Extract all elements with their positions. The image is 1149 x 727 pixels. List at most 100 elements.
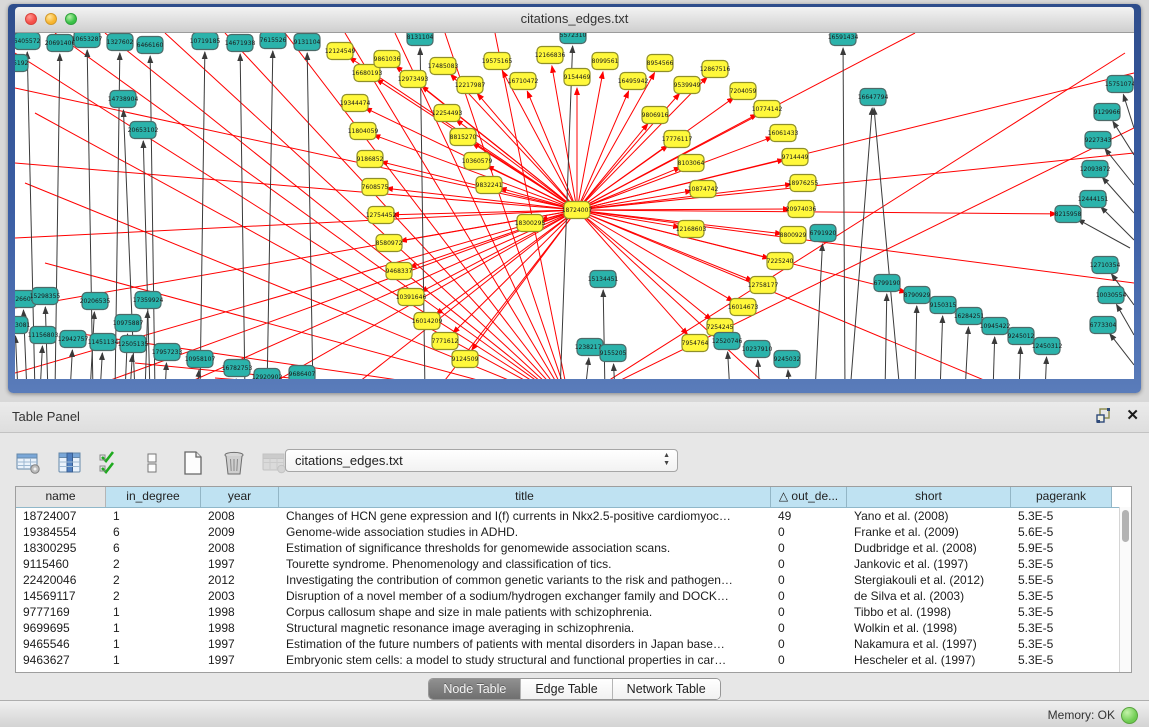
- table-settings-icon[interactable]: [15, 449, 43, 477]
- graph-node[interactable]: 16647794: [858, 89, 889, 106]
- graph-node[interactable]: 7204059: [730, 83, 757, 100]
- graph-node[interactable]: 8215958: [1055, 206, 1082, 223]
- graph-node[interactable]: 18976255: [788, 175, 819, 192]
- graph-node[interactable]: 16782753: [222, 360, 253, 377]
- graph-node[interactable]: 12867516: [700, 61, 731, 78]
- graph-node[interactable]: 18300295: [515, 215, 546, 232]
- column-header-title[interactable]: title: [279, 487, 771, 507]
- graph-node[interactable]: 7771612: [432, 333, 459, 350]
- table-row[interactable]: 969969511998Structural magnetic resonanc…: [16, 620, 1131, 636]
- graph-node[interactable]: 17776117: [662, 131, 693, 148]
- column-header-out_de[interactable]: △ out_de...: [771, 487, 847, 507]
- graph-node[interactable]: 10237910: [742, 341, 773, 358]
- graph-node[interactable]: 15134451: [588, 271, 619, 288]
- graph-node[interactable]: 8815270: [450, 129, 477, 146]
- graph-node[interactable]: 11804059: [348, 123, 379, 140]
- table-row[interactable]: 2242004622012Investigating the contribut…: [16, 572, 1131, 588]
- graph-node[interactable]: 6791920: [810, 225, 837, 242]
- tab-edge-table[interactable]: Edge Table: [521, 679, 612, 699]
- graph-node[interactable]: 12166836: [535, 47, 566, 64]
- graph-node[interactable]: 16591434: [828, 33, 859, 46]
- new-column-icon[interactable]: [179, 449, 207, 477]
- graph-node[interactable]: 10774142: [752, 101, 783, 118]
- graph-node[interactable]: 9861036: [374, 51, 401, 68]
- graph-node[interactable]: 18724007: [562, 202, 593, 219]
- graph-node[interactable]: 12942757: [58, 331, 89, 348]
- graph-node[interactable]: 9468337: [386, 263, 413, 280]
- graph-node[interactable]: 9227343: [1085, 132, 1112, 149]
- graph-node[interactable]: 12754452: [366, 207, 397, 224]
- column-header-year[interactable]: year: [201, 487, 279, 507]
- graph-node[interactable]: 7615526: [260, 33, 287, 49]
- graph-node[interactable]: 9245012: [1008, 328, 1035, 345]
- graph-node[interactable]: 12124549: [325, 43, 356, 60]
- tab-node-table[interactable]: Node Table: [429, 679, 521, 699]
- graph-node[interactable]: 19575165: [482, 53, 513, 70]
- graph-node[interactable]: 9832241: [476, 177, 503, 194]
- graph-node[interactable]: 7954764: [682, 335, 709, 352]
- column-header-in_degree[interactable]: in_degree: [106, 487, 201, 507]
- graph-node[interactable]: 8580972: [376, 235, 403, 252]
- graph-node[interactable]: 10719185: [190, 33, 221, 50]
- graph-node[interactable]: 8099561: [592, 53, 619, 70]
- graph-node[interactable]: 12450312: [1032, 338, 1063, 355]
- graph-node[interactable]: 9129966: [1094, 104, 1121, 121]
- graph-node[interactable]: 9714449: [782, 149, 809, 166]
- graph-node[interactable]: 12168603: [676, 221, 707, 238]
- graph-node[interactable]: 20974036: [786, 201, 817, 218]
- graph-node[interactable]: 14671938: [225, 35, 256, 52]
- graph-node[interactable]: 6799190: [874, 275, 901, 292]
- float-panel-icon[interactable]: [1095, 407, 1112, 424]
- graph-node[interactable]: 6773304: [1090, 317, 1117, 334]
- column-header-pagerank[interactable]: pagerank: [1011, 487, 1112, 507]
- graph-node[interactable]: 11451134: [88, 334, 119, 351]
- graph-node[interactable]: 16014673: [728, 299, 759, 316]
- graph-node[interactable]: 11156803: [28, 327, 59, 344]
- delete-column-icon[interactable]: [220, 449, 248, 477]
- graph-node[interactable]: 10958107: [185, 351, 216, 368]
- graph-node[interactable]: 15751074: [1105, 76, 1134, 93]
- graph-node[interactable]: 17485083: [428, 58, 459, 75]
- graph-node[interactable]: 8131104: [407, 33, 434, 46]
- graph-node[interactable]: 19344474: [340, 95, 371, 112]
- graph-node[interactable]: 9131104: [294, 34, 321, 51]
- graph-node[interactable]: 12920902: [252, 369, 283, 380]
- graph-node[interactable]: 10975887: [113, 315, 144, 332]
- table-row[interactable]: 946554611997Estimation of the future num…: [16, 636, 1131, 652]
- graph-node[interactable]: 16061433: [768, 125, 799, 142]
- graph-node[interactable]: 9124509: [452, 351, 479, 368]
- graph-node[interactable]: 10030554: [1096, 287, 1127, 304]
- graph-node[interactable]: 20691406: [45, 35, 76, 52]
- table-scrollbar[interactable]: [1119, 507, 1131, 672]
- graph-node[interactable]: 12505135: [118, 336, 149, 353]
- tab-network-table[interactable]: Network Table: [613, 679, 720, 699]
- graph-node[interactable]: 15298355: [30, 288, 61, 305]
- graph-node[interactable]: 12710354: [1090, 257, 1121, 274]
- graph-node[interactable]: 13503081: [15, 317, 30, 334]
- graph-node[interactable]: 8790929: [904, 287, 931, 304]
- network-window-titlebar[interactable]: citations_edges.txt: [15, 7, 1134, 33]
- table-select-dropdown[interactable]: citations_edges.txt ▲▼: [285, 449, 678, 472]
- graph-node[interactable]: 9186852: [357, 151, 384, 168]
- graph-node[interactable]: 7608575: [362, 179, 389, 196]
- table-row[interactable]: 1938455462009Genome-wide association stu…: [16, 524, 1131, 540]
- graph-node[interactable]: 17957233: [152, 344, 183, 361]
- table-row[interactable]: 1872400712008Changes of HCN gene express…: [16, 508, 1131, 524]
- column-visibility-icon[interactable]: [56, 449, 84, 477]
- table-row[interactable]: 1456911722003Disruption of a novel membe…: [16, 588, 1131, 604]
- graph-node[interactable]: 8103064: [678, 155, 705, 172]
- graph-node[interactable]: 9539949: [674, 77, 701, 94]
- graph-node[interactable]: 9605192: [15, 55, 29, 72]
- graph-node[interactable]: 9245032: [774, 351, 801, 368]
- graph-node[interactable]: 9686407: [289, 366, 316, 380]
- graph-node[interactable]: 9150315: [930, 297, 957, 314]
- table-row[interactable]: 946362711997Embryonic stem cells: a mode…: [16, 652, 1131, 668]
- graph-node[interactable]: 8800929: [780, 227, 807, 244]
- graph-node[interactable]: 8954566: [647, 55, 674, 72]
- graph-node[interactable]: 12444151: [1078, 191, 1109, 208]
- graph-node[interactable]: 16710472: [508, 73, 539, 90]
- column-header-short[interactable]: short: [847, 487, 1011, 507]
- graph-node[interactable]: 16495942: [618, 73, 649, 90]
- graph-node[interactable]: 12217987: [455, 77, 486, 94]
- graph-node[interactable]: 10360579: [462, 153, 493, 170]
